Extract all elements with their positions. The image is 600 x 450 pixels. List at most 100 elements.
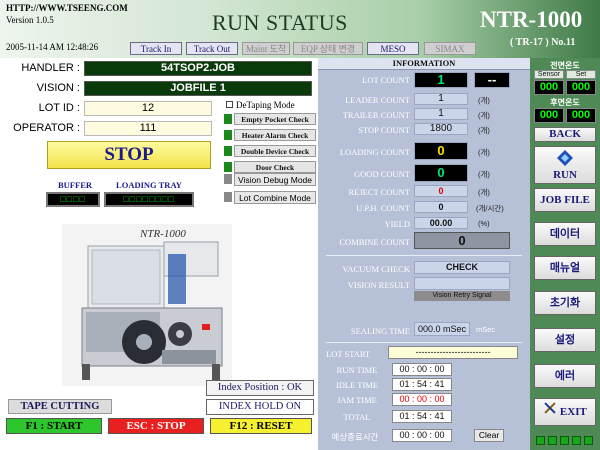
yield-unit: (%) (478, 219, 490, 228)
tab-track-in[interactable]: Track In (130, 42, 182, 55)
tape-cutting-button[interactable]: TAPE CUTTING (8, 399, 112, 414)
lot-combine-mode-button[interactable]: Lot Combine Mode (234, 191, 316, 204)
run-time-label: RUN TIME (336, 365, 378, 375)
vision-result-label: VISION RESULT (347, 280, 410, 290)
f12-reset-button[interactable]: F12 : RESET (210, 418, 312, 434)
initialize-button[interactable]: 초기화 (534, 291, 596, 315)
status-square-icon (560, 436, 569, 445)
front-sensor-value: 000 (534, 80, 564, 95)
trailer-count-value: 1 (414, 108, 468, 120)
loading-tray-label: LOADING TRAY (116, 180, 182, 190)
stop-count-label: STOP COUNT (358, 125, 410, 135)
product-subtitle: ( TR-17 ) No.11 (510, 37, 576, 48)
operator-field[interactable]: 111 (84, 121, 212, 136)
combine-count-value: 0 (414, 232, 510, 249)
website-url: HTTP://WWW.TSEENG.COM (6, 3, 128, 13)
idle-time-value: 01 : 54 : 41 (392, 378, 452, 391)
divider (326, 342, 522, 343)
status-led-icon (224, 162, 232, 172)
trailer-count-label: TRAILER COUNT (342, 110, 410, 120)
lot-count-value: 1 (414, 72, 468, 88)
left-panel: HANDLER : 54TSOP2.JOB VISION : JOBFILE 1… (0, 58, 318, 450)
f1-start-button[interactable]: F1 : START (6, 418, 102, 434)
sealing-time-label: SEALING TIME (350, 326, 410, 336)
door-check-button[interactable]: Door Check (234, 161, 316, 173)
rear-set-value: 000 (566, 108, 596, 123)
double-device-check-button[interactable]: Double Device Check (234, 145, 316, 157)
front-set-value: 000 (566, 80, 596, 95)
reject-count-label: REJECT COUNT (348, 187, 410, 197)
reject-unit: (개) (478, 188, 490, 197)
vision-value: JOBFILE 1 (84, 81, 312, 96)
buffer-indicator: □□□□ (46, 192, 100, 207)
checkbox-icon (226, 101, 233, 108)
exit-label: EXIT (559, 406, 587, 418)
machine-model-text: NTR-1000 (140, 228, 186, 240)
vision-result-value (414, 277, 510, 290)
est-end-time-label: 예상종료시간 (331, 432, 379, 442)
lot-start-label: LOT START (326, 349, 371, 359)
page-title: RUN STATUS (212, 10, 348, 35)
operator-label: OPERATOR : (13, 122, 80, 134)
vision-debug-mode-button[interactable]: Vision Debug Mode (234, 173, 316, 186)
vacuum-check-label: VACUUM CHECK (342, 264, 410, 274)
tab-simax[interactable]: SIMAX (424, 42, 476, 55)
heater-alarm-check-button[interactable]: Heater Alarm Check (234, 129, 316, 141)
tab-eqp-status[interactable]: EQP 상태 변경 (293, 42, 363, 55)
manual-button[interactable]: 매뉴얼 (534, 256, 596, 280)
yield-value: 00.00 (414, 217, 468, 229)
tab-meso[interactable]: MESO (367, 42, 419, 55)
loading-tray-indicator: □□□□□□□□ (104, 192, 194, 207)
data-button[interactable]: 데이터 (534, 222, 596, 246)
lot-start-value: ------------------------- (388, 346, 518, 359)
back-button[interactable]: BACK (534, 127, 596, 142)
mode-led-icon (224, 174, 232, 184)
job-file-button[interactable]: JOB FILE (534, 188, 596, 212)
run-diamond-icon (535, 150, 595, 169)
tools-icon (543, 399, 557, 425)
sealing-time-value: 000.0 mSec (414, 322, 470, 336)
vision-retry-signal: Vision Retry Signal (414, 291, 510, 301)
title-bar: HTTP://WWW.TSEENG.COM Version 1.0.5 2005… (0, 0, 600, 58)
rear-temp-label: 후면온도 (550, 98, 580, 107)
jam-time-label: JAM TIME (337, 395, 377, 405)
trailer-unit: (개) (478, 111, 490, 120)
total-time-value: 01 : 54 : 41 (392, 410, 452, 423)
index-hold-button[interactable]: INDEX HOLD ON (206, 399, 314, 415)
clear-button[interactable]: Clear (474, 429, 504, 442)
status-led-icon (224, 114, 232, 124)
vision-label: VISION : (36, 82, 80, 94)
machine-image: NTR-1000 (62, 224, 232, 386)
leader-count-value: 1 (414, 93, 468, 105)
esc-stop-button[interactable]: ESC : STOP (108, 418, 204, 434)
tab-track-out[interactable]: Track Out (186, 42, 238, 55)
uph-count-value: 0 (414, 201, 468, 213)
leader-count-label: LEADER COUNT (345, 95, 410, 105)
version-label: Version 1.0.5 (6, 15, 54, 25)
handler-label: HANDLER : (21, 62, 80, 74)
error-button[interactable]: 에러 (534, 364, 596, 388)
loading-count-value: 0 (414, 142, 468, 160)
lot-id-field[interactable]: 12 (84, 101, 212, 116)
idle-time-label: IDLE TIME (335, 380, 379, 390)
good-unit: (개) (478, 170, 490, 179)
settings-button[interactable]: 설정 (534, 328, 596, 352)
status-square-icon (548, 436, 557, 445)
status-led-icon (224, 146, 232, 156)
jam-time-value: 00 : 00 : 00 (392, 393, 452, 406)
run-button[interactable]: RUN (534, 146, 596, 184)
uph-unit: (개/시간) (476, 204, 504, 213)
detaping-checkbox[interactable]: DeTaping Mode (226, 100, 295, 110)
lot-count-label: LOT COUNT (362, 75, 410, 85)
tab-maint[interactable]: Maint 도착 (242, 42, 290, 55)
information-title: INFORMATION (318, 58, 530, 70)
status-led-icon (224, 130, 232, 140)
uph-count-label: U.P.H. COUNT (356, 203, 410, 213)
reject-count-value: 0 (414, 185, 468, 197)
status-square-icon (572, 436, 581, 445)
run-label: RUN (553, 169, 577, 181)
lot-id-label: LOT ID : (38, 102, 80, 114)
exit-button[interactable]: EXIT (534, 398, 596, 426)
status-square-icon (584, 436, 593, 445)
empty-pocket-check-button[interactable]: Empty Pocket Check (234, 113, 316, 125)
